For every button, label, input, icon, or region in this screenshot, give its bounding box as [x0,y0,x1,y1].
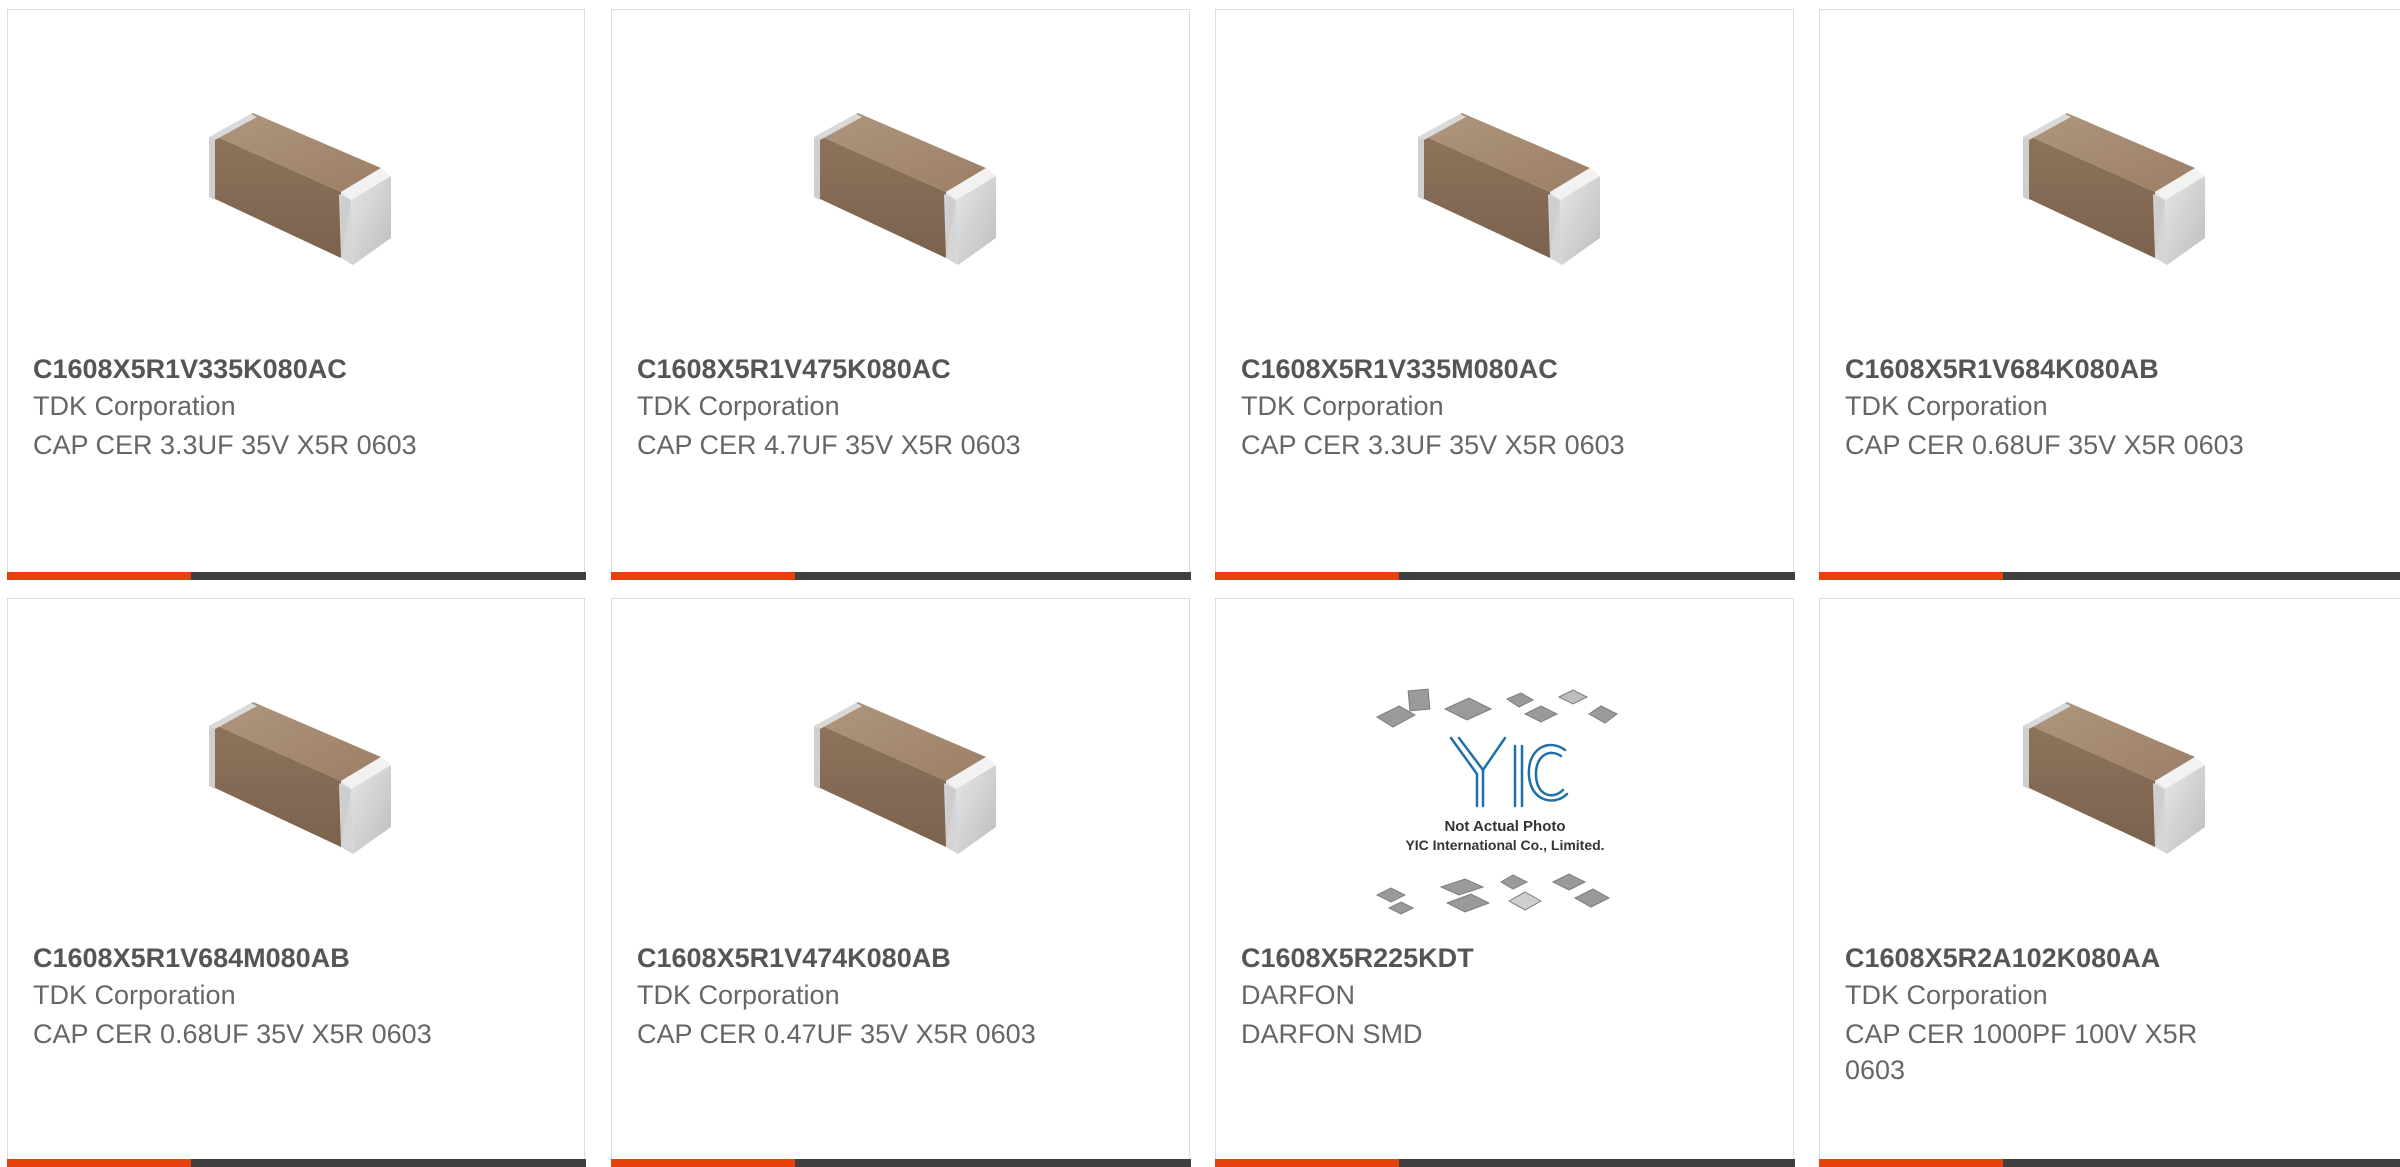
product-description: CAP CER 0.68UF 35V X5R 0603 [1845,430,2244,460]
manufacturer-label: TDK Corporation [33,980,236,1010]
capacitor-chip-image[interactable] [191,80,401,290]
product-description: CAP CER 4.7UF 35V X5R 0603 [637,430,1021,460]
capacitor-chip-image[interactable] [1400,80,1610,290]
product-description: DARFON SMD [1241,1019,1423,1049]
product-card[interactable]: C1608X5R1V335M080AC TDK Corporation CAP … [1214,9,1795,580]
product-card[interactable]: C1608X5R2A102K080AA TDK Corporation CAP … [1818,598,2400,1167]
part-number-link[interactable]: C1608X5R1V335M080AC [1241,354,1558,385]
product-card[interactable]: C1608X5R1V684K080AB TDK Corporation CAP … [1818,9,2400,580]
product-description: CAP CER 0.68UF 35V X5R 0603 [33,1019,432,1049]
part-number-link[interactable]: C1608X5R1V684K080AB [1845,354,2159,385]
yic-image-caption-line1: Not Actual Photo [1444,818,1565,835]
manufacturer-label: TDK Corporation [1845,391,2048,421]
manufacturer-label: TDK Corporation [637,980,840,1010]
part-number-link[interactable]: C1608X5R1V475K080AC [637,354,951,385]
product-card[interactable]: C1608X5R1V474K080AB TDK Corporation CAP … [610,598,1191,1167]
card-footer-bar [1818,1159,2400,1167]
manufacturer-label: TDK Corporation [33,391,236,421]
capacitor-chip-image[interactable] [2005,80,2215,290]
card-footer-bar [610,571,1191,580]
manufacturer-label: TDK Corporation [1241,391,1444,421]
manufacturer-label: TDK Corporation [1845,980,2048,1010]
product-grid: C1608X5R1V335K080AC TDK Corporation CAP … [0,0,2400,1167]
capacitor-chip-image[interactable] [2005,669,2215,879]
product-description: CAP CER 0.47UF 35V X5R 0603 [637,1019,1036,1049]
product-card[interactable]: C1608X5R1V335K080AC TDK Corporation CAP … [6,9,586,580]
part-number-link[interactable]: C1608X5R2A102K080AA [1845,943,2160,974]
part-number-link[interactable]: C1608X5R1V474K080AB [637,943,951,974]
card-footer-bar [6,571,586,580]
part-number-link[interactable]: C1608X5R1V335K080AC [33,354,347,385]
product-description: CAP CER 3.3UF 35V X5R 0603 [33,430,417,460]
product-card[interactable]: Not Actual Photo YIC International Co., … [1214,598,1795,1167]
product-card[interactable]: C1608X5R1V684M080AB TDK Corporation CAP … [6,598,586,1167]
card-footer-bar [610,1159,1191,1167]
yic-logo-icon [1449,736,1568,808]
manufacturer-label: DARFON [1241,980,1355,1010]
card-footer-bar [1214,1159,1795,1167]
manufacturer-label: TDK Corporation [637,391,840,421]
capacitor-chip-image[interactable] [191,669,401,879]
part-number-link[interactable]: C1608X5R225KDT [1241,943,1474,974]
part-number-link[interactable]: C1608X5R1V684M080AB [33,943,350,974]
product-description: CAP CER 3.3UF 35V X5R 0603 [1241,430,1625,460]
card-footer-bar [6,1159,586,1167]
card-footer-bar [1214,571,1795,580]
product-card[interactable]: C1608X5R1V475K080AC TDK Corporation CAP … [610,9,1191,580]
yic-placeholder-image[interactable]: Not Actual Photo YIC International Co., … [1365,684,1645,934]
yic-image-caption-line2: YIC International Co., Limited. [1405,837,1604,853]
capacitor-chip-image[interactable] [796,669,1006,879]
product-description: CAP CER 1000PF 100V X5R 0603 [1845,1019,2198,1085]
card-footer-bar [1818,571,2400,580]
capacitor-chip-image[interactable] [796,80,1006,290]
